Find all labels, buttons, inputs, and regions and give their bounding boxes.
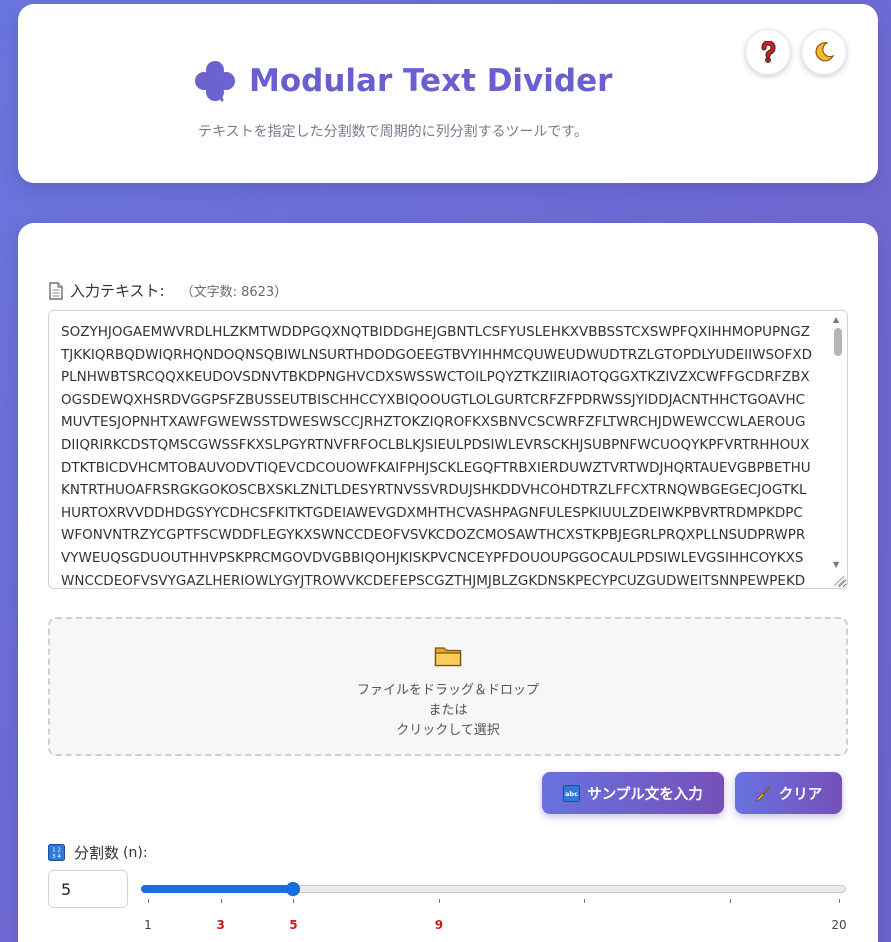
clear-button[interactable]: クリア bbox=[735, 772, 842, 814]
text-input-scrollbar[interactable]: ▲ ▼ bbox=[831, 315, 844, 572]
help-button[interactable] bbox=[745, 29, 791, 75]
abc-icon: abc bbox=[563, 784, 581, 802]
moon-icon bbox=[815, 42, 835, 62]
scroll-down-arrow-icon[interactable]: ▼ bbox=[833, 560, 839, 569]
input-label-row: 入力テキスト: （文字数: 8623） bbox=[48, 280, 287, 301]
slider-tick-mark bbox=[293, 899, 295, 903]
divisor-label: 分割数 bbox=[74, 844, 120, 862]
page-title: Modular Text Divider bbox=[249, 63, 613, 99]
slider-tick-label: 9 bbox=[434, 918, 444, 932]
drop-zone-line-1: ファイルをドラッグ＆ドロップ bbox=[356, 683, 539, 698]
title-row: Modular Text Divider bbox=[194, 60, 612, 102]
char-count: （文字数: 8623） bbox=[180, 285, 288, 300]
slider-tick-labels: 1 3 5 9 20 bbox=[18, 918, 878, 934]
slider-thumb[interactable] bbox=[286, 882, 301, 896]
svg-text:3 4: 3 4 bbox=[52, 854, 61, 860]
input-label: 入力テキスト: bbox=[70, 282, 165, 300]
insert-sample-button[interactable]: abc サンプル文を入力 bbox=[542, 772, 724, 814]
drop-zone-text: ファイルをドラッグ＆ドロップ または クリックして選択 bbox=[50, 681, 846, 741]
insert-sample-label: サンプル文を入力 bbox=[587, 786, 703, 803]
slider-tick-mark bbox=[839, 899, 840, 903]
file-drop-zone[interactable]: ファイルをドラッグ＆ドロップ または クリックして選択 bbox=[48, 617, 848, 756]
slider-tick-label: 20 bbox=[831, 918, 847, 932]
page-subtitle: テキストを指定した分割数で周期的に列分割するツールです。 bbox=[198, 124, 588, 140]
slider-tick-marks bbox=[18, 899, 878, 907]
slider-tick-mark bbox=[729, 899, 731, 903]
svg-text:1 2: 1 2 bbox=[52, 848, 61, 854]
clear-label: クリア bbox=[778, 786, 823, 803]
drop-zone-line-2: または bbox=[428, 703, 468, 718]
slider-tick-label: 3 bbox=[216, 918, 225, 932]
divisor-label-suffix: (n): bbox=[123, 844, 148, 861]
resize-grip-icon[interactable] bbox=[831, 573, 845, 587]
broom-icon bbox=[754, 785, 772, 802]
slider-fill bbox=[141, 885, 294, 893]
question-mark-icon bbox=[761, 41, 776, 63]
svg-text:abc: abc bbox=[565, 790, 578, 798]
numbers-icon: 1 2 3 4 bbox=[48, 844, 65, 861]
slider-tick-mark bbox=[220, 899, 222, 903]
divisor-label-row: 1 2 3 4 分割数 (n): bbox=[48, 842, 148, 863]
header-card: Modular Text Divider テキストを指定した分割数で周期的に列分… bbox=[18, 4, 878, 183]
theme-toggle-button[interactable] bbox=[801, 29, 847, 75]
drop-zone-line-3: クリックして選択 bbox=[396, 723, 500, 738]
folder-icon bbox=[434, 647, 462, 667]
slider-tick-label: 5 bbox=[289, 918, 298, 932]
document-icon bbox=[49, 281, 63, 300]
scrollbar-thumb[interactable] bbox=[834, 328, 842, 356]
scroll-up-arrow-icon[interactable]: ▲ bbox=[833, 315, 839, 324]
divisor-slider[interactable] bbox=[141, 882, 846, 896]
main-card: 入力テキスト: （文字数: 8623） SOZYHJOGAEMWVRDLHLZK… bbox=[18, 223, 878, 942]
slider-tick-mark bbox=[148, 899, 149, 903]
slider-tick-mark bbox=[584, 899, 586, 903]
clover-logo-icon bbox=[195, 61, 235, 102]
slider-tick-label: 1 bbox=[144, 918, 152, 932]
text-input[interactable]: SOZYHJOGAEMWVRDLHLZKMTWDDPGQXNQTBIDDGHEJ… bbox=[48, 310, 848, 589]
slider-tick-mark bbox=[438, 899, 440, 903]
